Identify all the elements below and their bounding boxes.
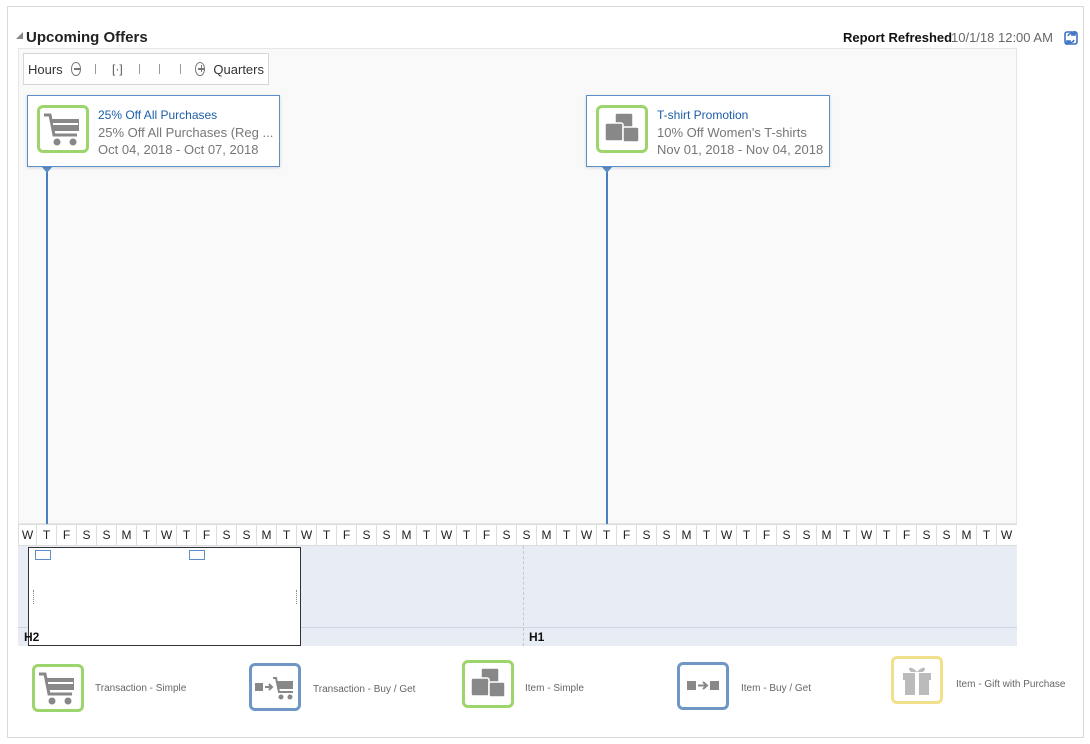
day-cell: F — [616, 525, 636, 545]
day-cell: M — [956, 525, 976, 545]
legend-label: Transaction - Simple — [95, 683, 187, 694]
offer-marker-line — [606, 168, 608, 524]
day-cell: T — [136, 525, 156, 545]
offer-subtitle: 25% Off All Purchases (Reg ... — [98, 125, 274, 140]
day-cell: F — [336, 525, 356, 545]
overview-period-divider — [523, 546, 524, 646]
day-cell: S — [96, 525, 116, 545]
zoom-tick[interactable] — [95, 64, 96, 74]
legend-label: Item - Simple — [525, 683, 584, 694]
day-cell: T — [176, 525, 196, 545]
day-cell: M — [116, 525, 136, 545]
day-cell: M — [676, 525, 696, 545]
offer-card[interactable]: T-shirt Promotion 10% Off Women's T-shir… — [586, 95, 830, 167]
item-icon — [596, 105, 648, 153]
day-cell: S — [796, 525, 816, 545]
cart-icon — [37, 105, 89, 153]
day-cell: W — [296, 525, 316, 545]
day-cell: M — [536, 525, 556, 545]
report-refreshed-value: 10/1/18 12:00 AM — [951, 30, 1053, 45]
offer-card-pointer — [42, 167, 52, 173]
day-cell: T — [596, 525, 616, 545]
day-cell: T — [36, 525, 56, 545]
offer-marker-line — [46, 168, 48, 524]
day-cell: S — [656, 525, 676, 545]
zoom-tick[interactable] — [138, 64, 140, 74]
zoom-fit-button[interactable]: [·] — [112, 62, 123, 76]
zoom-tick[interactable] — [159, 64, 161, 74]
offer-card[interactable]: 25% Off All Purchases 25% Off All Purcha… — [27, 95, 280, 167]
day-cell: S — [516, 525, 536, 545]
item-icon — [462, 660, 514, 708]
day-cell: F — [756, 525, 776, 545]
overview-left-handle[interactable] — [33, 590, 36, 604]
collapse-caret-icon[interactable] — [16, 32, 23, 39]
zoom-min-label: Hours — [28, 61, 63, 77]
buy-get-cart-icon — [249, 663, 301, 711]
refresh-icon[interactable] — [1063, 29, 1081, 47]
offer-card-pointer — [602, 167, 612, 173]
day-cell: W — [436, 525, 456, 545]
day-cell: W — [856, 525, 876, 545]
day-cell: T — [736, 525, 756, 545]
zoom-tick[interactable] — [180, 64, 181, 74]
day-cell: T — [976, 525, 996, 545]
day-cell: F — [476, 525, 496, 545]
day-cell: W — [996, 525, 1016, 545]
day-cell: S — [376, 525, 396, 545]
day-cell: T — [556, 525, 576, 545]
day-cell: T — [316, 525, 336, 545]
day-cell: W — [18, 525, 36, 545]
day-cell: S — [76, 525, 96, 545]
day-cell: T — [836, 525, 856, 545]
day-cell: F — [196, 525, 216, 545]
day-cell: T — [416, 525, 436, 545]
zoom-toolbar: Hours [·] Quarters — [23, 53, 269, 85]
offer-title-link[interactable]: 25% Off All Purchases — [98, 108, 217, 122]
day-cell: S — [216, 525, 236, 545]
day-cell: M — [256, 525, 276, 545]
day-cell: S — [236, 525, 256, 545]
gift-icon — [891, 656, 943, 704]
offer-subtitle: 10% Off Women's T-shirts — [657, 125, 807, 140]
day-cell: S — [636, 525, 656, 545]
day-cell: S — [356, 525, 376, 545]
legend-label: Item - Buy / Get — [741, 683, 812, 694]
day-cell: T — [696, 525, 716, 545]
day-cell: S — [776, 525, 796, 545]
overview-period-label: H2 — [24, 630, 40, 644]
zoom-out-icon[interactable] — [70, 62, 82, 76]
zoom-max-label: Quarters — [213, 61, 264, 77]
offer-title-link[interactable]: T-shirt Promotion — [657, 108, 748, 122]
day-cell: M — [816, 525, 836, 545]
day-cell: W — [156, 525, 176, 545]
buy-get-item-icon — [677, 662, 729, 710]
day-cell: T — [456, 525, 476, 545]
day-cell: F — [896, 525, 916, 545]
overview-offer-marker — [189, 550, 205, 560]
zoom-in-icon[interactable] — [194, 62, 206, 76]
panel-title: Upcoming Offers — [26, 29, 148, 46]
offer-dates: Oct 04, 2018 - Oct 07, 2018 — [98, 142, 259, 157]
offer-dates: Nov 01, 2018 - Nov 04, 2018 — [657, 142, 824, 157]
day-cell: T — [876, 525, 896, 545]
overview-selection-window[interactable] — [28, 547, 301, 646]
day-cell: F — [56, 525, 76, 545]
overview-period-label: H1 — [529, 630, 545, 644]
cart-icon — [32, 664, 84, 712]
legend-label: Item - Gift with Purchase — [956, 679, 1066, 690]
day-cell: S — [496, 525, 516, 545]
day-cell: S — [936, 525, 956, 545]
overview-right-handle[interactable] — [296, 590, 299, 604]
day-cell: M — [396, 525, 416, 545]
overview-offer-marker — [35, 550, 51, 560]
legend-label: Transaction - Buy / Get — [313, 684, 416, 695]
report-refreshed-label: Report Refreshed — [843, 30, 953, 45]
day-cell: W — [576, 525, 596, 545]
day-axis: WTFSSMTWTFSSMTWTFSSMTWTFSSMTWTFSSMTWTFSS… — [18, 524, 1017, 546]
day-cell: T — [276, 525, 296, 545]
day-cell: S — [916, 525, 936, 545]
day-cell: W — [716, 525, 736, 545]
